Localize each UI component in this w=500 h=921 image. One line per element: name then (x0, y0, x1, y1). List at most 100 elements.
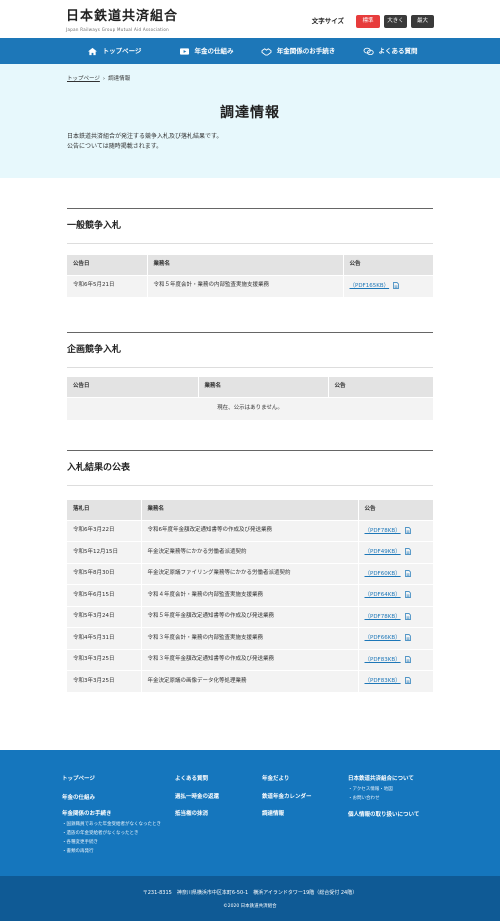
table-header-row: 公告日 業務名 公告 (67, 255, 433, 275)
pdf-link[interactable]: （PDF83KB） (365, 657, 401, 663)
footer-link-mortgage[interactable]: 抵当権の抹消 (175, 811, 208, 818)
pdf-link[interactable]: （PDF83KB） (365, 678, 401, 684)
pdf-file-icon (393, 282, 399, 289)
date-cell: 令和3年3月25日 (67, 648, 142, 671)
date-cell: 令和5年3月24日 (67, 605, 142, 628)
footer-link-procurement[interactable]: 調達情報 (262, 811, 284, 818)
table-row: 令和3年3月25日 年金決定原議の画像データ化等処理業務 （PDF83KB） (67, 670, 433, 692)
pdf-cell: （PDF66KB） (358, 627, 433, 649)
footer-link-pension-system[interactable]: 年金の仕組み (62, 795, 95, 802)
logo-subtitle: Japan Railways Group Mutual Aid Associat… (66, 26, 169, 32)
name-cell: 年金決定原議ファイリング業務等にかかる労働者派遣契約 (141, 562, 359, 585)
home-icon (87, 47, 97, 55)
intro-text: 日本鉄道共済組合が発注する競争入札及び落札結果です。 公告については随時掲載され… (67, 132, 222, 152)
pdf-cell: （PDF165KB） (343, 274, 433, 297)
main-nav: トップページ 年金の仕組み 年金関係のお手続き よくある質問 (0, 38, 500, 64)
footer-sublink[interactable]: ・遺族の年金受給者がなくなったとき (62, 831, 139, 837)
footer-sublink[interactable]: ・各種変更手続き (62, 840, 98, 846)
pdf-link[interactable]: （PDF64KB） (365, 592, 401, 598)
empty-message: 現在、公示はありません。 (67, 396, 433, 420)
table-row: 令和5年8月30日 年金決定原議ファイリング業務等にかかる労働者派遣契約 （PDF6… (67, 562, 433, 585)
pdf-link[interactable]: （PDF60KB） (365, 571, 401, 577)
table-row: 令和6年5月21日 令和５年度会計・業務の内部監査実施支援業務 （PDF165K… (67, 274, 433, 297)
column-header: 業務名 (198, 377, 329, 397)
footer-address: 〒231-8315 神奈川県横浜市中区本町6-50-1 横浜アイランドタワー19… (142, 890, 358, 896)
footer-link-faq[interactable]: よくある質問 (175, 776, 208, 783)
nav-item-top[interactable]: トップページ (68, 38, 160, 64)
font-size-max-button[interactable]: 最大 (411, 15, 434, 28)
page-title: 調達情報 (220, 105, 280, 121)
section-title: 企画競争入札 (67, 345, 122, 355)
divider (67, 450, 433, 451)
nav-item-faq[interactable]: よくある質問 (344, 38, 436, 64)
pdf-file-icon (404, 526, 411, 534)
divider (67, 485, 433, 486)
chat-icon (363, 47, 374, 55)
nav-item-label: 年金関係のお手続き (276, 46, 336, 55)
footer-bottom-bar: 〒231-8315 神奈川県横浜市中区本町6-50-1 横浜アイランドタワー19… (0, 876, 500, 921)
font-size-label: 文字サイズ (311, 17, 344, 26)
pdf-file-icon (404, 612, 411, 620)
table-row: 令和6年3月22日 令和6年度年金額改定通知書等の作成及び発送業務 （PDF78KB… (67, 519, 433, 542)
pdf-file-icon (404, 548, 411, 556)
divider (67, 367, 433, 368)
table-row: 令和3年3月25日 令和３年度年金額改定通知書等の作成及び発送業務 （PDF83KB… (67, 648, 433, 671)
name-cell: 令和6年度年金額改定通知書等の作成及び発送業務 (141, 519, 359, 542)
nav-item-procedures[interactable]: 年金関係のお手続き (252, 38, 344, 64)
nav-item-pension-system[interactable]: 年金の仕組み (160, 38, 252, 64)
pdf-link[interactable]: （PDF165KB） (350, 283, 390, 289)
breadcrumb-home-link[interactable]: トップページ (67, 76, 100, 83)
name-cell: 令和３年度年金額改定通知書等の作成及び発送業務 (141, 648, 359, 671)
column-header: 落札日 (67, 500, 142, 520)
date-cell: 令和4年5月31日 (67, 627, 142, 649)
pdf-link[interactable]: （PDF49KB） (365, 549, 401, 555)
column-header: 公告 (328, 377, 433, 397)
date-cell: 令和5年6月15日 (67, 584, 142, 606)
column-header: 公告日 (67, 377, 199, 397)
intro-line: 日本鉄道共済組合が発注する競争入札及び落札結果です。 (67, 133, 223, 140)
pdf-link[interactable]: （PDF78KB） (365, 614, 401, 620)
name-cell: 令和３年度会計・業務の内部監査実施支援業務 (141, 627, 359, 649)
pdf-link[interactable]: （PDF66KB） (365, 635, 401, 641)
pdf-file-icon (404, 569, 411, 577)
footer-sublink[interactable]: ・書類の再発行 (62, 849, 94, 855)
table-row: 令和5年12月15日 年金決定業務等にかかる労働者派遣契約 （PDF49KB） (67, 541, 433, 563)
pdf-link[interactable]: （PDF78KB） (365, 528, 401, 534)
footer-link-privacy[interactable]: 個人情報の取り扱いについて (348, 812, 419, 819)
logo-title: 日本鉄道共済組合 (66, 9, 179, 24)
pdf-cell: （PDF78KB） (358, 605, 433, 628)
section-title: 入札結果の公表 (67, 463, 131, 473)
name-cell: 年金決定原議の画像データ化等処理業務 (141, 670, 359, 692)
footer-sublink[interactable]: ・お問い合わせ (348, 796, 380, 802)
date-cell: 令和6年3月22日 (67, 519, 142, 542)
planning-competition-table: 公告日 業務名 公告 現在、公示はありません。 (67, 377, 433, 420)
footer-link-about[interactable]: 日本鉄道共済組合について (348, 776, 414, 783)
column-header: 公告 (343, 255, 433, 275)
name-cell: 令和５年度会計・業務の内部監査実施支援業務 (147, 274, 344, 297)
name-cell: 令和４年度会計・業務の内部監査実施支援業務 (141, 584, 359, 606)
footer-link-procedures[interactable]: 年金関係のお手続き (62, 811, 112, 818)
footer-link-refund[interactable]: 過払一時金の返還 (175, 794, 219, 801)
pdf-file-icon (404, 634, 411, 642)
breadcrumb-separator: › (102, 76, 106, 82)
font-size-standard-button[interactable]: 標準 (356, 15, 380, 28)
nav-item-label: トップページ (102, 46, 142, 55)
pdf-file-icon (404, 655, 411, 663)
name-cell: 年金決定業務等にかかる労働者派遣契約 (141, 541, 359, 563)
footer-sublink[interactable]: ・国鉄職員であった年金受給者がなくなったとき (62, 822, 161, 828)
site-logo[interactable]: 日本鉄道共済組合 Japan Railways Group Mutual Aid… (66, 9, 178, 32)
divider (67, 243, 433, 244)
footer-sublink[interactable]: ・アクセス情報・地図 (348, 787, 393, 793)
footer-link-calendar[interactable]: 鉄道年金カレンダー (262, 794, 312, 801)
pdf-cell: （PDF78KB） (358, 519, 433, 542)
date-cell: 令和6年5月21日 (67, 274, 148, 297)
pdf-file-icon (404, 591, 411, 599)
footer-link-top[interactable]: トップページ (62, 776, 95, 783)
table-row: 令和5年6月15日 令和４年度会計・業務の内部監査実施支援業務 （PDF64KB） (67, 584, 433, 606)
table-header-row: 落札日 業務名 公告 (67, 500, 433, 520)
pdf-cell: （PDF83KB） (358, 670, 433, 692)
date-cell: 令和5年12月15日 (67, 541, 142, 563)
intro-line: 公告については随時掲載されます。 (67, 143, 163, 150)
footer-link-newsletter[interactable]: 年金だより (262, 776, 289, 783)
font-size-large-button[interactable]: 大きく (384, 15, 407, 28)
